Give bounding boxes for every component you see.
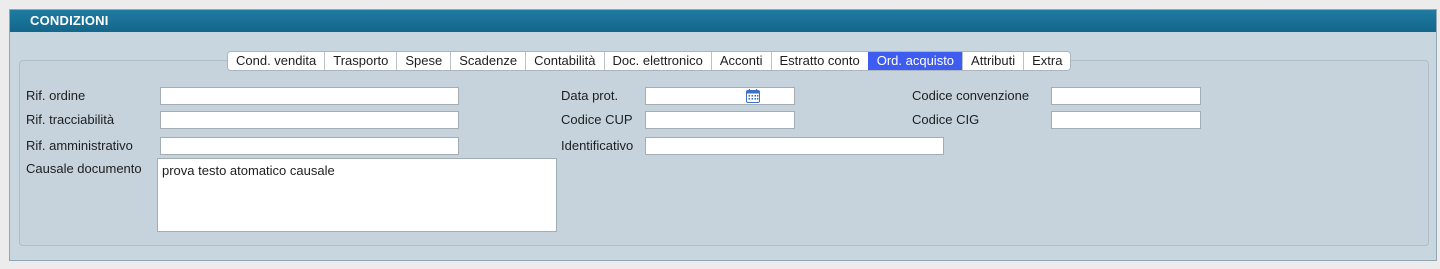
causale-documento-textarea[interactable]: prova testo atomatico causale <box>157 158 557 232</box>
tab-trasporto[interactable]: Trasporto <box>324 52 397 70</box>
identificativo-field[interactable] <box>645 137 944 155</box>
window-titlebar: CONDIZIONI <box>10 10 1436 32</box>
tab-doc-elettronico[interactable]: Doc. elettronico <box>603 52 711 70</box>
tab-acconti[interactable]: Acconti <box>710 52 771 70</box>
conditions-window: CONDIZIONI Cond. vendita Trasporto Spese… <box>9 9 1437 261</box>
rif-tracciabilita-field[interactable] <box>160 111 459 129</box>
rif-ordine-field[interactable] <box>160 87 459 105</box>
identificativo-label: Identificativo <box>561 138 634 153</box>
rif-tracciabilita-label: Rif. tracciabilità <box>26 112 115 127</box>
tab-scadenze[interactable]: Scadenze <box>450 52 526 70</box>
tab-estratto-conto[interactable]: Estratto conto <box>770 52 868 70</box>
codice-convenzione-label: Codice convenzione <box>912 88 1030 103</box>
tab-cond-vendita[interactable]: Cond. vendita <box>228 52 325 70</box>
codice-cup-label: Codice CUP <box>561 112 633 127</box>
calendar-icon[interactable] <box>745 88 761 104</box>
codice-convenzione-field[interactable] <box>1051 87 1201 105</box>
data-prot-label: Data prot. <box>561 88 619 103</box>
tab-spese[interactable]: Spese <box>396 52 451 70</box>
tab-contabilita[interactable]: Contabilità <box>525 52 604 70</box>
causale-documento-label: Causale documento <box>26 161 142 176</box>
rif-ordine-label: Rif. ordine <box>26 88 86 103</box>
tab-extra[interactable]: Extra <box>1023 52 1071 70</box>
window-title: CONDIZIONI <box>30 13 109 28</box>
data-prot-field[interactable] <box>645 87 795 105</box>
codice-cup-field[interactable] <box>645 111 795 129</box>
tab-attributi[interactable]: Attributi <box>962 52 1024 70</box>
codice-cig-field[interactable] <box>1051 111 1201 129</box>
tab-bar: Cond. vendita Trasporto Spese Scadenze C… <box>227 51 1072 71</box>
rif-amministrativo-label: Rif. amministrativo <box>26 138 133 153</box>
tab-ord-acquisto[interactable]: Ord. acquisto <box>867 52 963 70</box>
codice-cig-label: Codice CIG <box>912 112 980 127</box>
rif-amministrativo-field[interactable] <box>160 137 459 155</box>
